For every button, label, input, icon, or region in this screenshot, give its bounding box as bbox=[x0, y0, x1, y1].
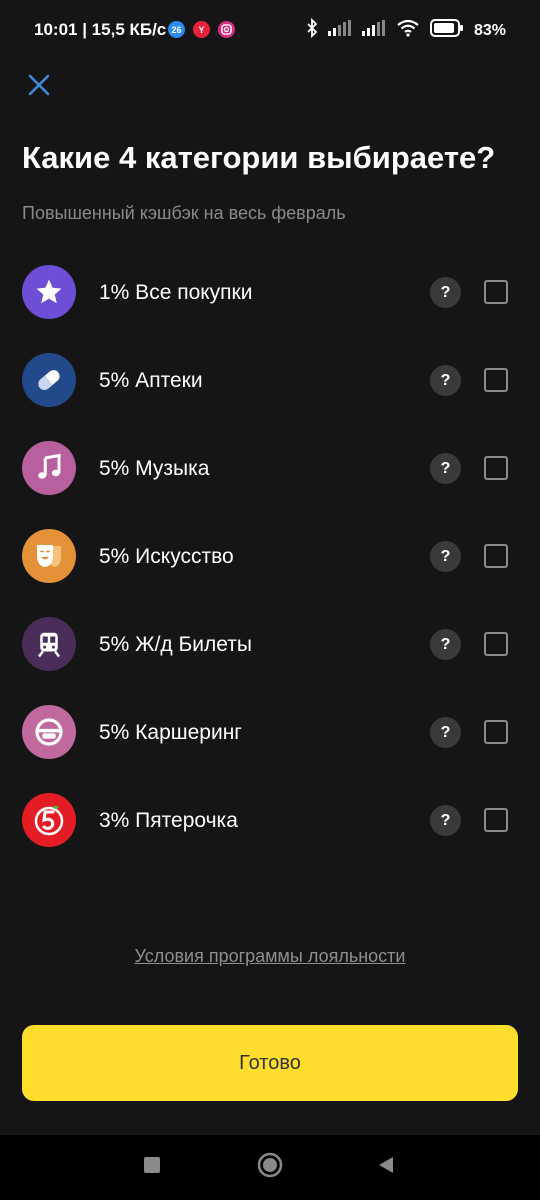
help-button[interactable]: ? bbox=[430, 365, 461, 396]
bluetooth-icon bbox=[306, 17, 318, 43]
signal-icon bbox=[327, 20, 352, 41]
star-icon bbox=[22, 265, 76, 319]
page-title: Какие 4 категории выбираете? bbox=[22, 140, 496, 175]
navigation-bar bbox=[0, 1135, 540, 1200]
category-label: 1% Все покупки bbox=[99, 281, 253, 304]
category-row-pharmacy[interactable]: 5% Аптеки ? bbox=[0, 336, 540, 424]
back-button[interactable] bbox=[364, 1135, 408, 1200]
square-icon bbox=[143, 1156, 161, 1179]
close-button[interactable] bbox=[24, 70, 54, 100]
category-checkbox[interactable] bbox=[484, 808, 508, 832]
recents-button[interactable] bbox=[130, 1135, 174, 1200]
category-row-music[interactable]: 5% Музыка ? bbox=[0, 424, 540, 512]
category-label: 5% Каршеринг bbox=[99, 721, 242, 744]
category-row-pyaterochka[interactable]: 3% Пятерочка ? bbox=[0, 776, 540, 864]
close-icon bbox=[24, 74, 54, 104]
wifi-icon bbox=[396, 19, 420, 42]
steering-wheel-icon bbox=[22, 705, 76, 759]
pyaterochka-logo-icon bbox=[22, 793, 76, 847]
category-list: 1% Все покупки ? 5% Аптеки ? 5% Музыка ?… bbox=[0, 248, 540, 864]
category-label: 3% Пятерочка bbox=[99, 809, 238, 832]
help-button[interactable]: ? bbox=[430, 277, 461, 308]
home-circle-icon bbox=[257, 1152, 283, 1183]
category-label: 5% Музыка bbox=[99, 457, 210, 480]
help-button[interactable]: ? bbox=[430, 717, 461, 748]
notification-icons: 26 Y bbox=[168, 21, 235, 38]
category-row-train[interactable]: 5% Ж/д Билеты ? bbox=[0, 600, 540, 688]
category-checkbox[interactable] bbox=[484, 544, 508, 568]
notif-26-icon: 26 bbox=[168, 21, 185, 38]
category-row-all-purchases[interactable]: 1% Все покупки ? bbox=[0, 248, 540, 336]
help-button[interactable]: ? bbox=[430, 453, 461, 484]
train-icon bbox=[22, 617, 76, 671]
help-button[interactable]: ? bbox=[430, 805, 461, 836]
status-time: 10:01 | 15,5 КБ/с bbox=[34, 20, 167, 39]
category-label: 5% Аптеки bbox=[99, 369, 203, 392]
help-button[interactable]: ? bbox=[430, 541, 461, 572]
done-button[interactable]: Готово bbox=[22, 1025, 518, 1101]
category-checkbox[interactable] bbox=[484, 632, 508, 656]
system-icons: 83% bbox=[306, 17, 506, 43]
loyalty-terms-link[interactable]: Условия программы лояльности bbox=[0, 946, 540, 967]
category-label: 5% Ж/д Билеты bbox=[99, 633, 252, 656]
page-subtitle: Повышенный кэшбэк на весь февраль bbox=[22, 203, 346, 223]
pill-icon bbox=[22, 353, 76, 407]
home-button[interactable] bbox=[248, 1135, 292, 1200]
back-triangle-icon bbox=[376, 1155, 396, 1180]
category-checkbox[interactable] bbox=[484, 720, 508, 744]
category-checkbox[interactable] bbox=[484, 456, 508, 480]
music-note-icon bbox=[22, 441, 76, 495]
signal-2-icon bbox=[361, 20, 386, 41]
category-row-carsharing[interactable]: 5% Каршеринг ? bbox=[0, 688, 540, 776]
theatre-mask-icon bbox=[22, 529, 76, 583]
notif-yandex-icon: Y bbox=[193, 21, 210, 38]
status-bar: 10:01 | 15,5 КБ/с 26 Y 83% bbox=[0, 0, 540, 60]
help-button[interactable]: ? bbox=[430, 629, 461, 660]
notif-instagram-icon bbox=[218, 21, 235, 38]
category-checkbox[interactable] bbox=[484, 280, 508, 304]
battery-percent: 83% bbox=[473, 21, 506, 39]
category-label: 5% Искусство bbox=[99, 545, 234, 568]
category-row-art[interactable]: 5% Искусство ? bbox=[0, 512, 540, 600]
category-checkbox[interactable] bbox=[484, 368, 508, 392]
battery-icon bbox=[429, 19, 464, 42]
